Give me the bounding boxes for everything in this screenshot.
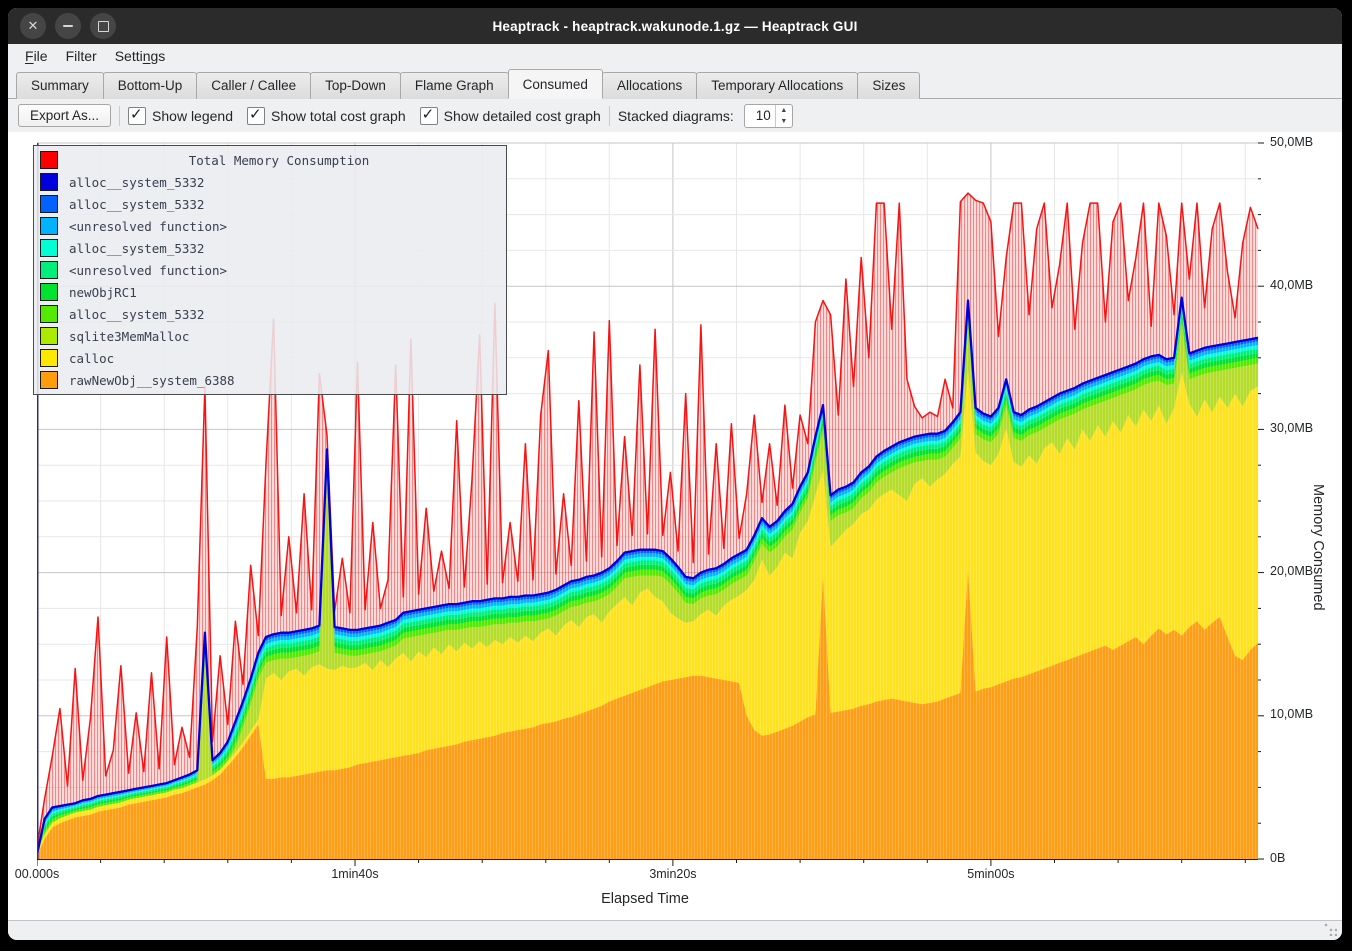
tab-bottom-up[interactable]: Bottom-Up: [103, 72, 198, 99]
legend-swatch-icon: [40, 349, 58, 367]
y-tick-label: 20,0MB: [1270, 564, 1313, 578]
x-tick-label: 5min00s: [967, 867, 1014, 881]
tab-summary[interactable]: Summary: [16, 72, 104, 99]
legend-label: newObjRC1: [69, 285, 137, 300]
y-tick-label: 40,0MB: [1270, 278, 1313, 292]
y-axis-title: Memory Consumed: [1310, 484, 1326, 611]
resize-grip[interactable]: [1324, 923, 1337, 936]
legend-item: newObjRC1: [34, 281, 506, 303]
close-button[interactable]: ✕: [20, 13, 46, 39]
y-tick-label: 50,0MB: [1270, 135, 1313, 149]
checkbox-label: Show detailed cost graph: [444, 108, 601, 124]
title-bar[interactable]: ✕ Heaptrack - heaptrack.wakunode.1.gz — …: [8, 8, 1342, 44]
checkbox-icon[interactable]: [128, 107, 146, 125]
tab-caller-callee[interactable]: Caller / Callee: [196, 72, 311, 99]
legend-item: alloc__system_5332: [34, 193, 506, 215]
checkbox-show-total-cost-graph[interactable]: Show total cost graph: [247, 107, 406, 125]
toolbar-separator: [609, 106, 610, 126]
y-tick-label: 10,0MB: [1270, 707, 1313, 721]
tab-allocations[interactable]: Allocations: [602, 72, 697, 99]
legend-label: <unresolved function>: [69, 219, 227, 234]
legend-label: alloc__system_5332: [69, 175, 204, 190]
legend-item: sqlite3MemMalloc: [34, 325, 506, 347]
legend-label: sqlite3MemMalloc: [69, 329, 189, 344]
maximize-button[interactable]: [90, 13, 116, 39]
tab-temporary-allocations[interactable]: Temporary Allocations: [696, 72, 858, 99]
checkbox-icon[interactable]: [247, 107, 265, 125]
menu-settings[interactable]: Settings: [106, 45, 175, 67]
heaptrack-window: ✕ Heaptrack - heaptrack.wakunode.1.gz — …: [8, 8, 1342, 940]
legend-swatch-icon: [40, 283, 58, 301]
legend-item: rawNewObj__system_6388: [34, 369, 506, 391]
tab-sizes[interactable]: Sizes: [857, 72, 920, 99]
checkbox-show-legend[interactable]: Show legend: [128, 107, 233, 125]
stacked-diagrams-stepper[interactable]: 10 ▲ ▼: [744, 104, 793, 128]
tab-flame-graph[interactable]: Flame Graph: [400, 72, 509, 99]
y-tick-label: 0B: [1270, 851, 1285, 865]
tab-bar: SummaryBottom-UpCaller / CalleeTop-DownF…: [8, 68, 1342, 99]
legend-swatch-icon: [40, 261, 58, 279]
menu-bar: FileFilterSettings: [8, 44, 1342, 68]
legend-label: alloc__system_5332: [69, 197, 204, 212]
legend-item: alloc__system_5332: [34, 237, 506, 259]
y-tick-label: 30,0MB: [1270, 421, 1313, 435]
legend-swatch-icon: [40, 217, 58, 235]
close-icon: ✕: [28, 18, 39, 34]
legend-label: Total Memory Consumption: [58, 153, 500, 168]
consumed-chart[interactable]: Total Memory Consumption alloc__system_53…: [8, 132, 1342, 920]
checkbox-show-detailed-cost-graph[interactable]: Show detailed cost graph: [420, 107, 601, 125]
x-tick-label: 00.000s: [15, 867, 59, 881]
legend-item: calloc: [34, 347, 506, 369]
x-tick-label: 3min20s: [649, 867, 696, 881]
legend-item: <unresolved function>: [34, 259, 506, 281]
legend-swatch-icon: [40, 327, 58, 345]
stacked-diagrams-label: Stacked diagrams:: [618, 108, 734, 124]
legend-swatch-icon: [40, 305, 58, 323]
legend-item: Total Memory Consumption: [34, 149, 506, 171]
tab-consumed[interactable]: Consumed: [508, 69, 603, 99]
menu-file[interactable]: File: [16, 45, 57, 67]
legend-label: alloc__system_5332: [69, 307, 204, 322]
legend-item: alloc__system_5332: [34, 303, 506, 325]
legend-item: alloc__system_5332: [34, 171, 506, 193]
checkbox-label: Show legend: [152, 108, 233, 124]
legend-label: alloc__system_5332: [69, 241, 204, 256]
minimize-icon: [63, 25, 73, 27]
toolbar-separator: [119, 106, 120, 126]
x-axis-title: Elapsed Time: [601, 891, 689, 907]
checkbox-icon[interactable]: [420, 107, 438, 125]
checkbox-label: Show total cost graph: [271, 108, 406, 124]
status-strip: [8, 920, 1342, 940]
spin-down-icon[interactable]: ▼: [776, 116, 792, 127]
toolbar: Export As... Show legend Show total cost …: [8, 99, 1342, 132]
menu-filter[interactable]: Filter: [57, 45, 106, 67]
spin-up-icon[interactable]: ▲: [776, 105, 792, 116]
legend-swatch-icon: [40, 151, 58, 169]
legend-swatch-icon: [40, 371, 58, 389]
maximize-icon: [98, 21, 109, 32]
legend-swatch-icon: [40, 173, 58, 191]
x-tick-label: 1min40s: [331, 867, 378, 881]
legend-label: <unresolved function>: [69, 263, 227, 278]
window-controls: ✕: [20, 13, 116, 39]
legend-label: calloc: [69, 351, 114, 366]
legend-swatch-icon: [40, 195, 58, 213]
chart-legend: Total Memory Consumption alloc__system_53…: [33, 145, 507, 395]
legend-item: <unresolved function>: [34, 215, 506, 237]
export-as-button[interactable]: Export As...: [18, 104, 111, 127]
window-title: Heaptrack - heaptrack.wakunode.1.gz — He…: [492, 19, 857, 34]
legend-swatch-icon: [40, 239, 58, 257]
minimize-button[interactable]: [55, 13, 81, 39]
legend-label: rawNewObj__system_6388: [69, 373, 235, 388]
stacked-diagrams-value: 10: [745, 105, 775, 127]
tab-top-down[interactable]: Top-Down: [310, 72, 401, 99]
